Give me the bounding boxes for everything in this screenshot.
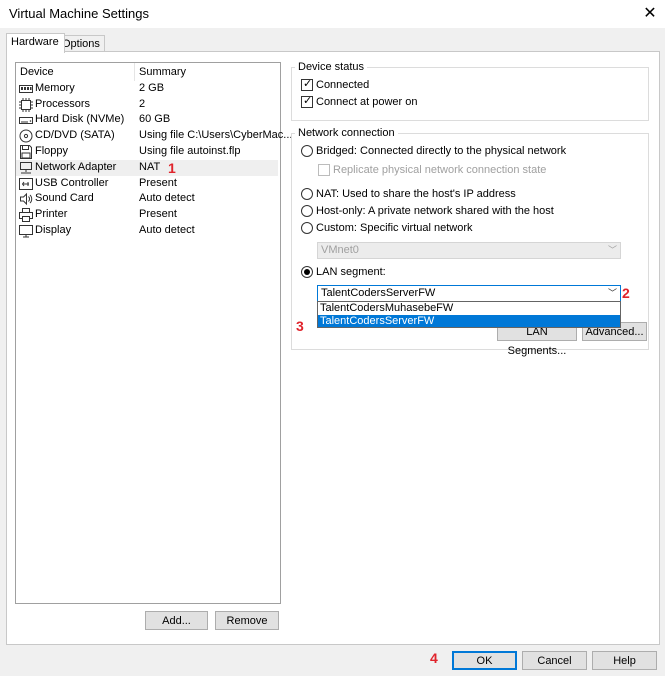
device-summary: 2 GB: [139, 82, 165, 94]
device-row-sound-card[interactable]: Sound Card Auto detect: [16, 191, 278, 207]
floppy-icon: [20, 145, 32, 159]
custom-label[interactable]: Custom: Specific virtual network: [316, 222, 473, 234]
lan-segment-select[interactable]: TalentCodersServerFW ﹀: [317, 285, 621, 302]
annotation-3: 3: [296, 318, 304, 334]
column-divider: [134, 63, 135, 81]
cd-dvd-icon: [19, 129, 33, 143]
device-row-network-adapter[interactable]: Network Adapter NAT: [16, 160, 278, 176]
device-row-floppy[interactable]: Floppy Using file autoinst.flp: [16, 144, 278, 160]
device-status-group: [291, 67, 649, 121]
device-summary: Using file autoinst.flp: [139, 145, 241, 157]
usb-icon: [19, 178, 33, 190]
add-button[interactable]: Add...: [145, 611, 208, 630]
radio-dot: [304, 269, 310, 275]
custom-radio[interactable]: [301, 222, 313, 234]
tab-hardware[interactable]: Hardware: [6, 33, 65, 53]
device-column-header[interactable]: Device: [20, 66, 54, 78]
bridged-label[interactable]: Bridged: Connected directly to the physi…: [316, 145, 566, 157]
annotation-2: 2: [622, 285, 630, 301]
device-row-memory[interactable]: Memory 2 GB: [16, 81, 278, 97]
chevron-down-icon: ﹀: [607, 245, 617, 255]
dropdown-option[interactable]: TalentCodersMuhasebeFW: [318, 302, 620, 314]
device-name: Hard Disk (NVMe): [35, 113, 125, 125]
replicate-checkbox[interactable]: [318, 164, 330, 176]
device-row-processors[interactable]: Processors 2: [16, 97, 278, 113]
connect-at-power-on-checkbox[interactable]: ✓: [301, 95, 313, 108]
annotation-4: 4: [430, 650, 438, 666]
device-name: Printer: [35, 208, 68, 220]
device-name: CD/DVD (SATA): [35, 129, 115, 141]
host-only-label[interactable]: Host-only: A private network shared with…: [316, 205, 554, 217]
cancel-button[interactable]: Cancel: [522, 651, 587, 670]
checkmark-icon: ✓: [303, 78, 313, 90]
processor-icon: [19, 98, 33, 112]
sound-card-icon: [20, 192, 33, 206]
bridged-radio[interactable]: [301, 145, 313, 157]
annotation-1: 1: [168, 160, 176, 176]
connected-checkbox[interactable]: ✓: [301, 78, 313, 91]
lan-segment-label[interactable]: LAN segment:: [316, 266, 386, 278]
custom-network-select[interactable]: VMnet0 ﹀: [317, 242, 621, 259]
device-name: Display: [35, 224, 72, 236]
device-row-display[interactable]: Display Auto detect: [16, 223, 278, 239]
memory-icon: [19, 85, 33, 93]
device-summary: 60 GB: [139, 113, 171, 125]
device-row-printer[interactable]: Printer Present: [16, 207, 278, 223]
window-title: Virtual Machine Settings: [9, 6, 149, 21]
nat-radio[interactable]: [301, 188, 313, 200]
device-summary: Present: [139, 177, 177, 189]
display-icon: [19, 225, 33, 238]
hard-disk-icon: [19, 117, 33, 124]
connect-at-power-on-label[interactable]: Connect at power on: [316, 96, 418, 108]
device-status-legend: Device status: [295, 61, 368, 73]
summary-column-header[interactable]: Summary: [139, 66, 186, 78]
device-name: USB Controller: [35, 177, 109, 189]
chevron-down-icon: ﹀: [607, 288, 617, 298]
device-summary: 2: [139, 98, 146, 110]
device-summary: Present: [139, 208, 177, 220]
device-summary: Using file C:\Users\CyberMac...: [139, 129, 293, 141]
printer-icon: [19, 208, 33, 222]
close-icon[interactable]: ✕: [640, 4, 660, 24]
device-name: Network Adapter: [35, 161, 117, 173]
device-row-usb[interactable]: USB Controller Present: [16, 176, 278, 192]
title-bar: Virtual Machine Settings ✕: [0, 0, 665, 28]
replicate-label[interactable]: Replicate physical network connection st…: [333, 164, 546, 176]
device-summary: Auto detect: [139, 192, 195, 204]
device-name: Processors: [35, 98, 91, 110]
dropdown-option-selected[interactable]: TalentCodersServerFW: [318, 315, 620, 327]
device-name: Sound Card: [35, 192, 94, 204]
remove-button[interactable]: Remove: [215, 611, 279, 630]
device-row-hard-disk[interactable]: Hard Disk (NVMe) 60 GB: [16, 112, 278, 128]
host-only-radio[interactable]: [301, 205, 313, 217]
device-name: Memory: [35, 82, 75, 94]
lan-segment-value: TalentCodersServerFW: [321, 287, 436, 299]
checkmark-icon: ✓: [303, 95, 313, 107]
lan-segment-dropdown-list: TalentCodersMuhasebeFW TalentCodersServe…: [317, 301, 621, 328]
connected-label[interactable]: Connected: [316, 79, 369, 91]
device-name: Floppy: [35, 145, 69, 157]
device-summary: NAT: [139, 161, 161, 173]
ok-button[interactable]: OK: [452, 651, 517, 670]
network-adapter-icon: [20, 162, 32, 174]
network-connection-legend: Network connection: [295, 127, 398, 139]
device-row-cd-dvd[interactable]: CD/DVD (SATA) Using file C:\Users\CyberM…: [16, 128, 292, 144]
help-button[interactable]: Help: [592, 651, 657, 670]
device-summary: Auto detect: [139, 224, 195, 236]
lan-segment-radio[interactable]: [301, 266, 313, 278]
nat-label[interactable]: NAT: Used to share the host's IP address: [316, 188, 516, 200]
custom-network-value: VMnet0: [321, 244, 359, 256]
